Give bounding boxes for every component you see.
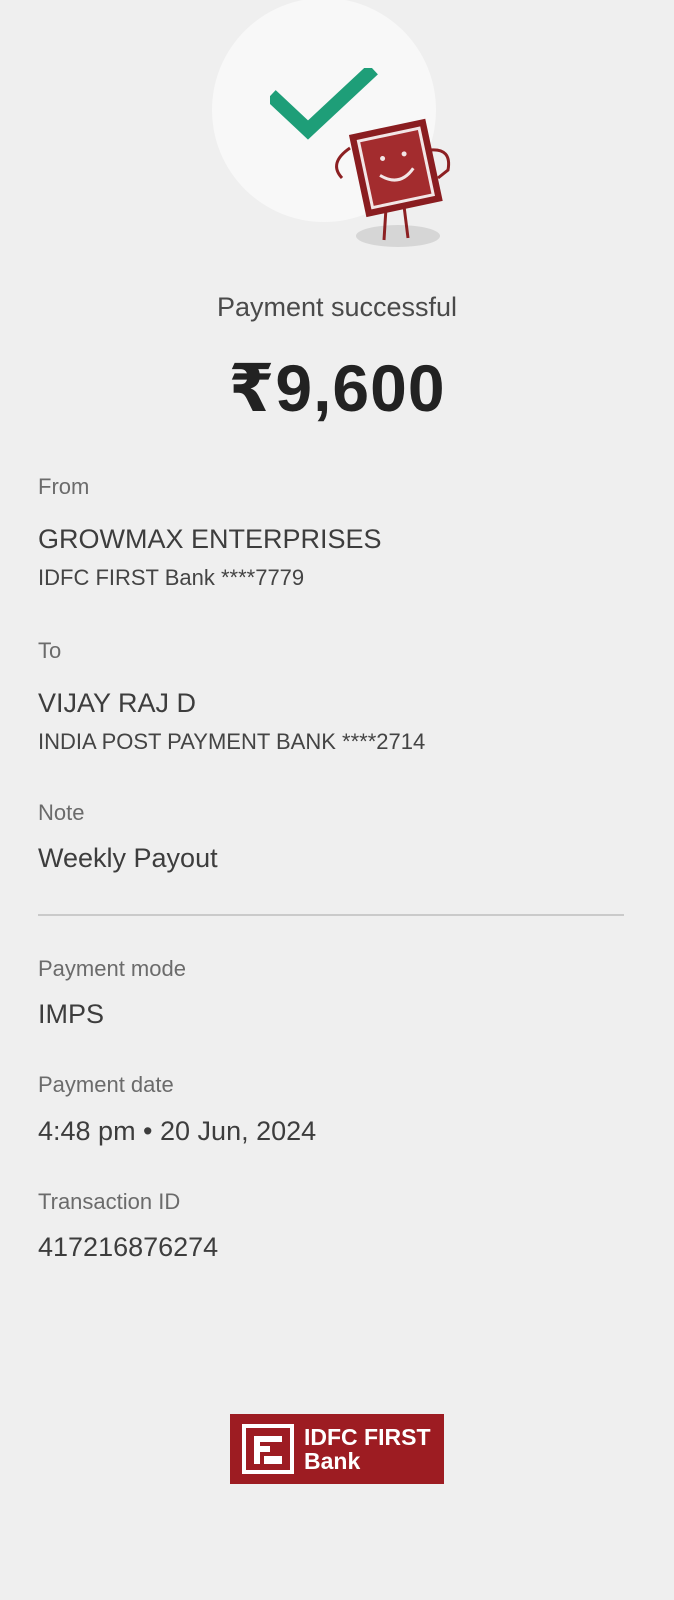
idfc-first-bank-logo: IDFC FIRST Bank (230, 1414, 444, 1484)
bank-logo-icon (242, 1424, 294, 1474)
transaction-id-label: Transaction ID (38, 1189, 181, 1214)
payment-amount: ₹9,600 (228, 351, 446, 425)
from-name: GROWMAX ENTERPRISES (38, 524, 382, 554)
logo-line-2: Bank (304, 1448, 361, 1474)
mascot-icon (335, 118, 451, 247)
section-divider (38, 914, 624, 916)
from-label: From (38, 474, 90, 499)
payment-date-label: Payment date (38, 1072, 174, 1097)
payment-mode-label: Payment mode (38, 956, 186, 981)
success-illustration (0, 0, 674, 270)
to-name: VIJAY RAJ D (38, 688, 197, 718)
transaction-id-value: 417216876274 (38, 1232, 219, 1262)
to-label: To (38, 638, 62, 663)
note-label: Note (38, 800, 85, 825)
from-account: IDFC FIRST Bank ****7779 (38, 565, 305, 590)
payment-mode-value: IMPS (38, 999, 105, 1029)
note-value: Weekly Payout (38, 843, 218, 873)
to-account: INDIA POST PAYMENT BANK ****2714 (38, 729, 426, 754)
payment-status: Payment successful (216, 292, 458, 322)
payment-date-value: 4:48 pm • 20 Jun, 2024 (38, 1116, 317, 1146)
logo-line-1: IDFC FIRST (304, 1424, 431, 1450)
